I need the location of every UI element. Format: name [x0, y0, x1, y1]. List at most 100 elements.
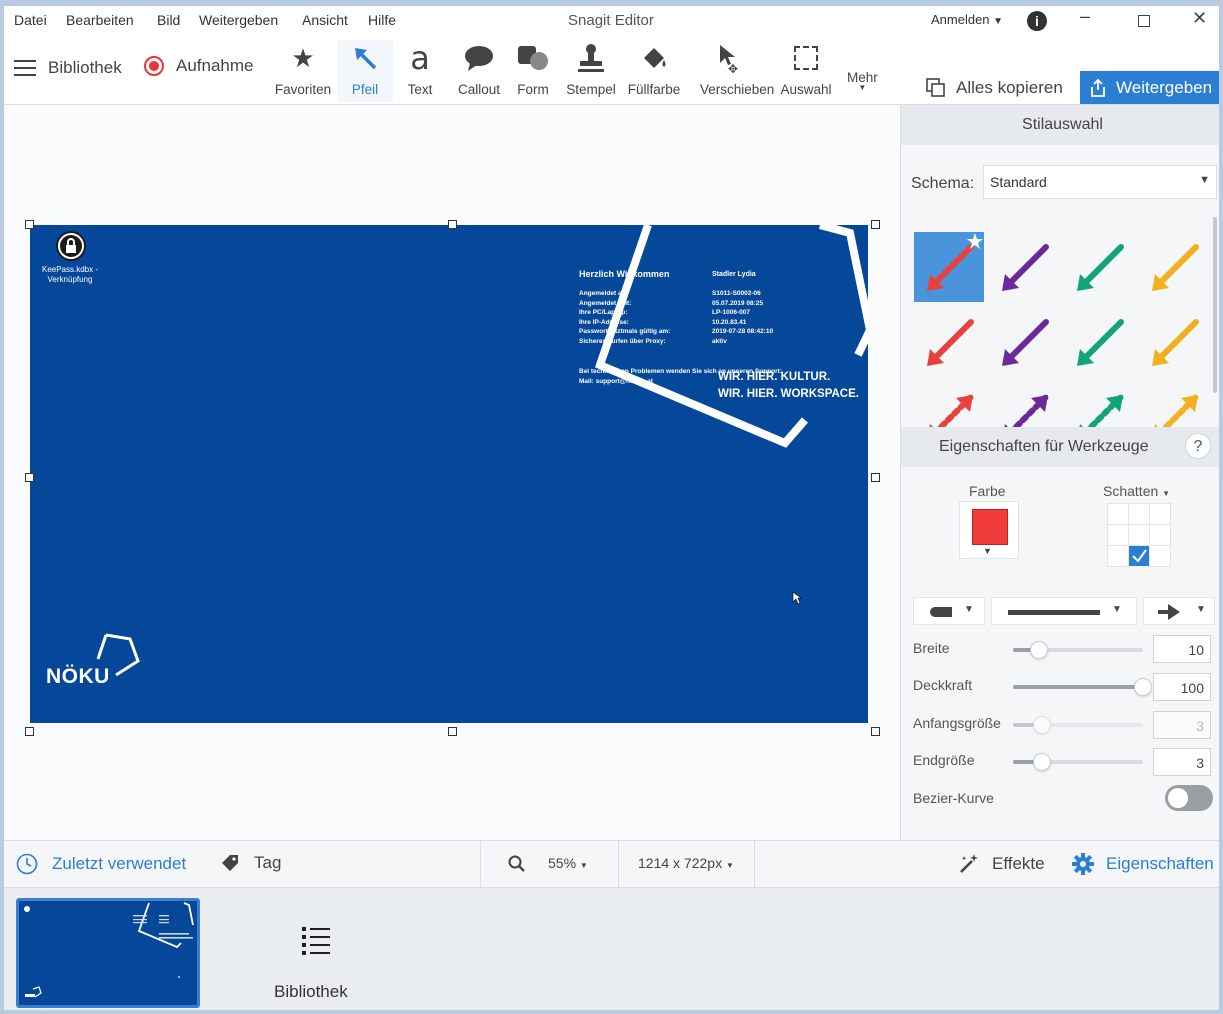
tool-shape[interactable]: Form	[504, 40, 562, 102]
properties-button[interactable]: Eigenschaften	[1072, 853, 1214, 875]
color-picker-button[interactable]: ▼	[959, 501, 1019, 559]
tool-stamp[interactable]: Stempel	[560, 40, 622, 102]
user-name: Stadler Lydia	[712, 271, 756, 278]
opacity-slider-knob[interactable]	[1134, 678, 1152, 696]
arrow-style-2-0[interactable]	[927, 394, 974, 427]
tray-thumbnail[interactable]	[16, 898, 200, 1008]
canvas-area[interactable]: KeePass.kdbx - Verknüpfung Herzlich Will…	[4, 104, 900, 840]
zoom-icon[interactable]	[508, 855, 526, 873]
captured-screenshot[interactable]: KeePass.kdbx - Verknüpfung Herzlich Will…	[30, 225, 868, 723]
noeku-logo: NÖKU	[46, 665, 110, 688]
end-size-slider[interactable]	[1013, 753, 1143, 771]
maximize-button[interactable]	[1138, 15, 1150, 27]
menu-hilfe[interactable]: Hilfe	[368, 12, 396, 28]
effects-button[interactable]: Effekte	[958, 853, 1045, 875]
chevron-down-icon: ▼	[725, 861, 734, 870]
menu-weitergeben[interactable]: Weitergeben	[199, 12, 278, 28]
stamp-icon	[560, 40, 622, 76]
minimize-button[interactable]: –	[1080, 6, 1090, 27]
shadow-label[interactable]: Schatten ▼	[1103, 483, 1170, 499]
line-end-select[interactable]: ▼	[1143, 597, 1215, 625]
start-size-slider[interactable]	[1013, 716, 1143, 734]
more-tools-button[interactable]: Mehr ▼	[847, 70, 878, 92]
arrow-shaft	[1157, 319, 1199, 361]
width-label: Breite	[913, 640, 950, 656]
chevron-down-icon: ▼	[1199, 174, 1210, 186]
line-cap-select[interactable]: ▼	[913, 597, 985, 625]
tag-button[interactable]: Tag	[220, 853, 281, 873]
resize-handle-left[interactable]	[25, 473, 34, 482]
arrow-style-1-0[interactable]	[927, 319, 974, 366]
info-value-0: S1011-S0002-06	[712, 290, 761, 297]
divider	[480, 841, 481, 887]
recent-button[interactable]: Zuletzt verwendet	[16, 853, 186, 875]
arrow-style-2-3[interactable]	[1152, 394, 1199, 427]
tool-move-label: Verschieben	[700, 82, 775, 97]
opacity-value[interactable]: 100	[1153, 673, 1211, 701]
width-slider-knob[interactable]	[1030, 641, 1048, 659]
resize-handle-bottom[interactable]	[448, 727, 457, 736]
line-style-select[interactable]: ▼	[991, 597, 1137, 625]
star-icon: ★	[291, 42, 315, 73]
tool-selection[interactable]: Auswahl	[778, 40, 834, 102]
resize-handle-top[interactable]	[448, 220, 457, 229]
arrow-style-1-3[interactable]	[1152, 319, 1199, 366]
shape-icon	[504, 40, 562, 76]
resize-handle-top-right[interactable]	[871, 220, 880, 229]
help-button[interactable]: ?	[1185, 433, 1211, 459]
tool-callout[interactable]: Callout	[448, 40, 510, 102]
share-button[interactable]: Weitergeben	[1080, 71, 1219, 105]
arrow-style-0-1[interactable]	[1002, 244, 1049, 291]
start-size-value[interactable]: 3	[1153, 711, 1211, 739]
resize-handle-bottom-right[interactable]	[871, 727, 880, 736]
hamburger-icon	[14, 60, 36, 76]
image-size-select[interactable]: 1214 x 722px ▼	[638, 855, 734, 871]
menu-ansicht[interactable]: Ansicht	[302, 12, 348, 28]
end-size-slider-knob[interactable]	[1032, 753, 1051, 771]
tool-favorites[interactable]: ★ Favoriten	[272, 40, 334, 102]
start-size-slider-knob[interactable]	[1032, 716, 1051, 734]
signin-button[interactable]: Anmelden ▼	[931, 12, 1003, 27]
style-gallery-scrollbar[interactable]	[1213, 217, 1217, 393]
tool-fill[interactable]: Füllfarbe	[623, 40, 685, 102]
resize-handle-right[interactable]	[871, 473, 880, 482]
width-value[interactable]: 10	[1153, 635, 1211, 663]
copy-all-button[interactable]: Alles kopieren	[926, 78, 1063, 98]
capture-button[interactable]: Aufnahme	[144, 56, 254, 76]
menu-bild[interactable]: Bild	[157, 12, 180, 28]
bezier-label: Bezier-Kurve	[913, 790, 994, 806]
tray-library-label[interactable]: Bibliothek	[274, 982, 348, 1002]
width-slider[interactable]	[1013, 641, 1143, 659]
list-icon[interactable]	[300, 924, 332, 961]
arrow-style-1-1[interactable]	[1002, 319, 1049, 366]
close-button[interactable]: ✕	[1192, 8, 1207, 29]
zoom-select[interactable]: 55% ▼	[548, 855, 588, 871]
bezier-toggle[interactable]	[1165, 785, 1213, 811]
menu-bar: Datei Bearbeiten Bild Weitergeben Ansich…	[4, 6, 1219, 36]
arrow-shaft	[932, 319, 974, 361]
arrow-style-0-2[interactable]	[1077, 244, 1124, 291]
tool-text[interactable]: a Text	[394, 39, 446, 102]
arrow-style-1-2[interactable]	[1077, 319, 1124, 366]
arrow-shaft	[1007, 319, 1049, 361]
menu-datei[interactable]: Datei	[14, 12, 47, 28]
resize-handle-top-left[interactable]	[25, 220, 34, 229]
tool-arrow[interactable]: Pfeil	[337, 40, 393, 102]
info-label-3: Ihre IP-Adresse:	[579, 318, 629, 326]
arrow-style-grid[interactable]	[913, 231, 1205, 427]
arrow-style-0-0[interactable]	[914, 232, 984, 302]
shadow-grid[interactable]	[1107, 503, 1171, 567]
chevron-down-icon: ▼	[579, 861, 588, 870]
info-values: S1011-S0002-06 05.07.2019 08:25 LP-1006-…	[712, 289, 773, 346]
library-button[interactable]: Bibliothek	[14, 58, 122, 78]
end-size-value[interactable]: 3	[1153, 748, 1211, 776]
menu-bearbeiten[interactable]: Bearbeiten	[66, 12, 134, 28]
arrow-style-0-3[interactable]	[1152, 244, 1199, 291]
resize-handle-bottom-left[interactable]	[25, 727, 34, 736]
opacity-slider[interactable]	[1013, 678, 1152, 696]
arrow-style-2-1[interactable]	[1002, 394, 1049, 427]
tool-move[interactable]: ✥ Verschieben	[700, 40, 775, 102]
arrow-style-2-2[interactable]	[1077, 394, 1124, 427]
info-icon[interactable]: i	[1027, 11, 1047, 31]
schema-select[interactable]: Standard ▼	[983, 165, 1217, 199]
